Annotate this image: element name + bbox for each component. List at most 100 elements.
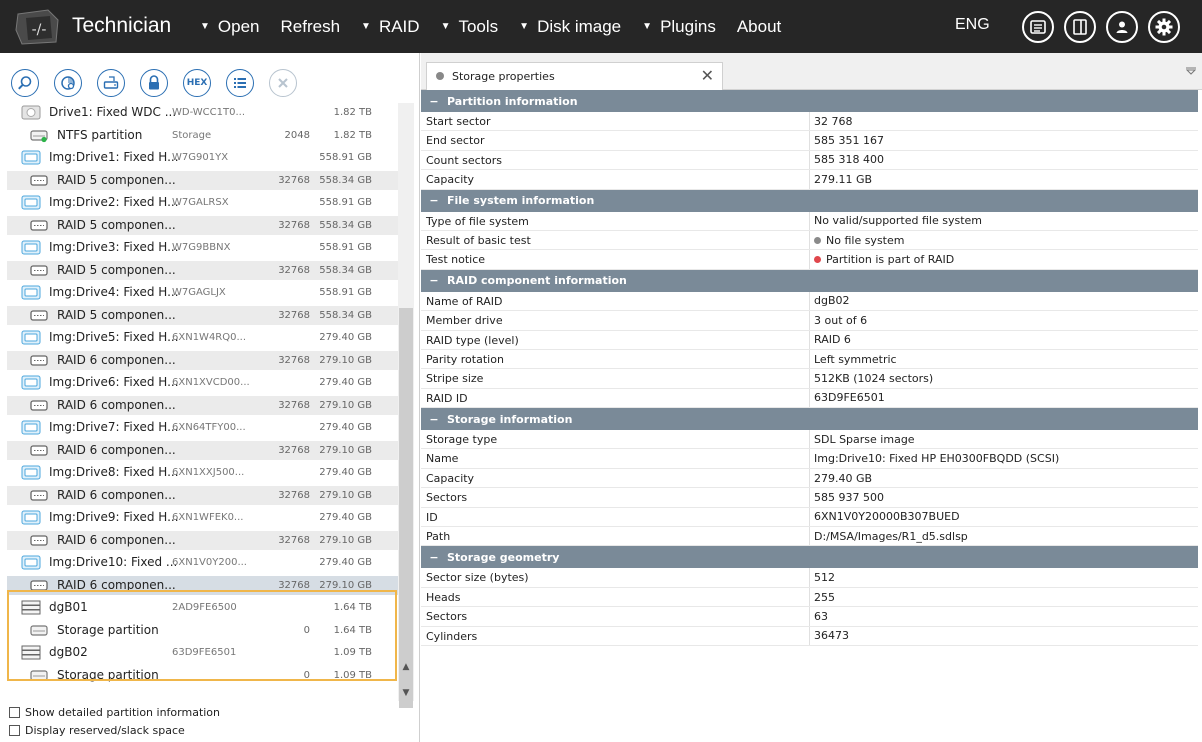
collapse-icon[interactable]: −: [421, 551, 447, 564]
tab-close-icon[interactable]: ✕: [701, 66, 714, 85]
user-button[interactable]: [1106, 11, 1138, 43]
disk-image-button[interactable]: [97, 69, 125, 97]
scroll-down-icon[interactable]: ▼: [398, 685, 414, 701]
collapse-icon[interactable]: −: [421, 274, 447, 287]
tree-row-start: 32768: [278, 309, 310, 321]
property-row: RAID type (level) RAID 6: [421, 330, 1198, 350]
collapse-icon[interactable]: −: [421, 413, 447, 426]
hex-viewer-button[interactable]: HEX: [183, 69, 211, 97]
property-row: Heads 255: [421, 587, 1198, 608]
search-button[interactable]: [11, 69, 39, 97]
tree-row[interactable]: RAID 6 componen... 32768 279.10 GB: [7, 440, 398, 460]
section-header[interactable]: − Partition information: [421, 90, 1198, 112]
tree-row[interactable]: Img:Drive3: Fixed H... W7G9BBNX 558.91 GB: [7, 238, 398, 257]
section-header[interactable]: − Storage geometry: [421, 546, 1198, 569]
property-key: Capacity: [421, 468, 810, 488]
menu-raid[interactable]: ▼ RAID: [361, 17, 420, 37]
tree-row[interactable]: NTFS partition Storage 2048 1.82 TB: [7, 126, 398, 145]
section-header[interactable]: − RAID component information: [421, 269, 1198, 292]
log-button[interactable]: [1022, 11, 1054, 43]
option-checkbox[interactable]: Show detailed partition information: [9, 703, 220, 721]
property-value: 512KB (1024 sectors): [810, 369, 1198, 387]
tab-storage-properties[interactable]: Storage properties ✕: [426, 62, 723, 90]
property-value-text: 585 937 500: [814, 490, 884, 504]
menu-disk-image[interactable]: ▼ Disk image: [519, 17, 621, 37]
tree-row[interactable]: RAID 5 componen... 32768 558.34 GB: [7, 260, 398, 280]
menu-tools[interactable]: ▼ Tools: [441, 17, 499, 37]
property-row: RAID ID 63D9FE6501: [421, 388, 1198, 409]
property-value: No valid/supported file system: [810, 212, 1198, 230]
tree-row-name: Storage partition: [57, 622, 159, 637]
tree-row[interactable]: Drive1: Fixed WDC ... WD-WCC1T0... 1.82 TB: [7, 103, 398, 122]
close-storage-button[interactable]: [269, 69, 297, 97]
property-value-text: 63D9FE6501: [814, 391, 885, 405]
tree-row-size: 558.34 GB: [319, 264, 372, 276]
collapse-icon[interactable]: −: [421, 194, 447, 207]
tree-row[interactable]: Img:Drive5: Fixed H... 6XN1W4RQ0... 279.40…: [7, 328, 398, 347]
menu-open[interactable]: ▼ Open: [200, 17, 260, 37]
menu-refresh[interactable]: Refresh: [281, 17, 341, 37]
tree-row-name: Storage partition: [57, 667, 159, 682]
tree-row[interactable]: Img:Drive4: Fixed H... W7GAGLJX 558.91 GB: [7, 283, 398, 302]
section-header[interactable]: − Storage information: [421, 408, 1198, 431]
lock-button[interactable]: [140, 69, 168, 97]
section-header[interactable]: − File system information: [421, 189, 1198, 212]
tree-row[interactable]: RAID 6 componen... 32768 279.10 GB: [7, 530, 398, 550]
property-value: RAID 6: [810, 331, 1198, 349]
section-title: Storage geometry: [447, 550, 560, 564]
tree-row-size: 1.09 TB: [333, 669, 372, 681]
scan-button[interactable]: [54, 69, 82, 97]
tree-row[interactable]: Img:Drive7: Fixed H... 6XN64TFY00... 279.4…: [7, 418, 398, 437]
settings-button[interactable]: [1148, 11, 1180, 43]
tree-row[interactable]: RAID 6 componen... 32768 279.10 GB: [7, 485, 398, 505]
menu-about[interactable]: About: [737, 17, 781, 37]
raid-component-icon: [30, 444, 48, 456]
tree-row[interactable]: Img:Drive9: Fixed H... 6XN1WFEK0... 279.40…: [7, 508, 398, 527]
tree-row[interactable]: RAID 5 componen... 32768 558.34 GB: [7, 170, 398, 190]
tree-row[interactable]: RAID 5 componen... 32768 558.34 GB: [7, 305, 398, 325]
option-checkbox[interactable]: Display reserved/slack space: [9, 721, 220, 739]
checkbox-box[interactable]: [9, 724, 20, 736]
property-value: 6XN1V0Y20000B307BUED: [810, 508, 1198, 526]
property-value-text: No file system: [826, 233, 905, 247]
tree-row-size: 1.82 TB: [333, 107, 372, 118]
app-logo-icon: -/-: [15, 9, 59, 45]
search-icon: [18, 76, 32, 90]
tree-row[interactable]: Storage partition 0 1.09 TB: [7, 666, 398, 685]
tab-menu-icon[interactable]: [1186, 67, 1196, 75]
tree-scrollbar[interactable]: ▲ ▼: [398, 103, 414, 708]
property-value: dgB02: [810, 292, 1198, 310]
tree-row[interactable]: RAID 6 componen... 32768 279.10 GB: [7, 575, 398, 595]
list-button[interactable]: [226, 69, 254, 97]
panel-toggle-button[interactable]: [1064, 11, 1096, 43]
storage-tree[interactable]: Drive1: Fixed WDC ... WD-WCC1T0... 1.82 TB…: [7, 103, 398, 733]
tree-row-name: RAID 5 componen...: [57, 217, 176, 232]
tree-row[interactable]: Img:Drive10: Fixed ... 6XN1V0Y200... 279.4…: [7, 553, 398, 572]
menu-plugins[interactable]: ▼ Plugins: [642, 17, 716, 37]
tree-row-serial: W7G9BBNX: [172, 242, 231, 253]
tree-row[interactable]: Img:Drive2: Fixed H... W7GALRSX 558.91 GB: [7, 193, 398, 212]
scroll-thumb[interactable]: [399, 308, 413, 708]
checkbox-box[interactable]: [9, 706, 20, 718]
property-key: Sector size (bytes): [421, 568, 810, 587]
tree-row[interactable]: Img:Drive1: Fixed H... W7G901YX 558.91 GB: [7, 148, 398, 167]
tree-row[interactable]: RAID 6 componen... 32768 279.10 GB: [7, 395, 398, 415]
property-row: Sectors 63: [421, 607, 1198, 627]
checkbox-label: Display reserved/slack space: [25, 723, 185, 737]
scroll-up-icon[interactable]: ▲: [398, 659, 414, 675]
tree-row[interactable]: dgB02 63D9FE6501 1.09 TB: [7, 643, 398, 662]
property-row: Parity rotation Left symmetric: [421, 349, 1198, 370]
tree-row-name: Img:Drive9: Fixed H...: [49, 510, 179, 524]
tree-row[interactable]: Img:Drive8: Fixed H... 6XN1XXJ500... 279.4…: [7, 463, 398, 482]
property-key: Test notice: [421, 250, 810, 269]
tree-row[interactable]: RAID 5 componen... 32768 558.34 GB: [7, 215, 398, 235]
tree-row[interactable]: dgB01 2AD9FE6500 1.64 TB: [7, 598, 398, 617]
tree-row[interactable]: Storage partition 0 1.64 TB: [7, 621, 398, 640]
language-selector[interactable]: ENG: [955, 16, 990, 34]
tree-row[interactable]: RAID 6 componen... 32768 279.10 GB: [7, 350, 398, 370]
property-key: Name of RAID: [421, 291, 810, 311]
tree-row[interactable]: Img:Drive6: Fixed H... 6XN1XVCD00... 279.4…: [7, 373, 398, 392]
collapse-icon[interactable]: −: [421, 95, 447, 108]
property-value: 32 768: [810, 112, 1198, 130]
property-key: Type of file system: [421, 211, 810, 230]
